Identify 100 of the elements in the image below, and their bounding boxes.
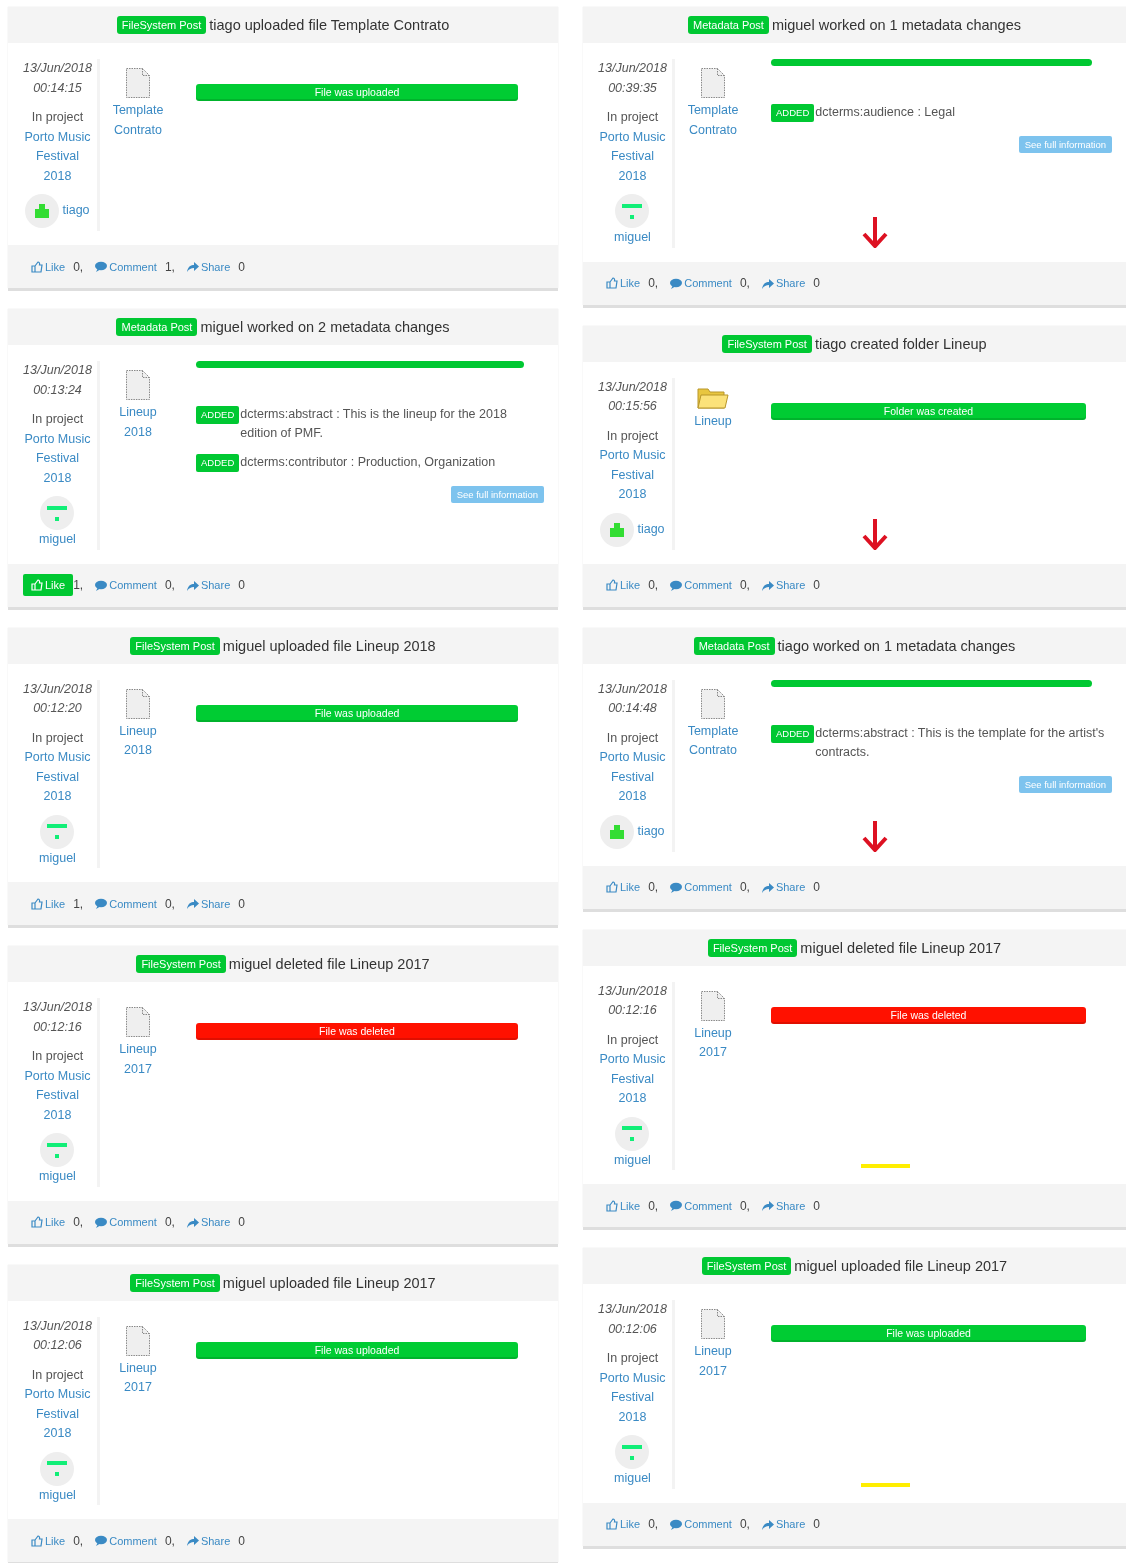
user-link[interactable]: miguel	[39, 1485, 76, 1505]
share-link[interactable]: Share	[178, 574, 239, 596]
project-link[interactable]: Porto Music Festival 2018	[596, 127, 669, 186]
file-link[interactable]: Lineup 2017	[683, 1023, 743, 1063]
share-link[interactable]: Share	[753, 1194, 814, 1217]
share-link[interactable]: Share	[753, 574, 814, 596]
like-button[interactable]: Like	[23, 255, 74, 278]
share-link[interactable]: Share	[178, 1529, 239, 1552]
user-link[interactable]: tiago	[637, 821, 665, 842]
comment-count: 0,	[164, 896, 175, 911]
speech-bubble-icon	[95, 1216, 108, 1228]
like-button[interactable]: Like	[598, 1513, 649, 1535]
user-link[interactable]: miguel	[614, 228, 651, 248]
comment-link[interactable]: Comment	[662, 574, 740, 596]
project-link[interactable]: Porto Music Festival 2018	[21, 748, 94, 807]
user-link[interactable]: tiago	[62, 201, 90, 221]
share-link[interactable]: Share	[753, 272, 814, 294]
post-time: 00:12:06	[608, 1320, 657, 1338]
see-info-button[interactable]: See full information	[1018, 775, 1112, 793]
file-link[interactable]: Template Contrato	[683, 101, 743, 140]
see-info-button[interactable]: See full information	[1018, 136, 1112, 153]
change-text: dcterms:contributor : Production, Organization	[240, 454, 497, 471]
project-label: In project	[606, 729, 659, 747]
user-link[interactable]: miguel	[39, 530, 76, 550]
file-link[interactable]: Lineup 2017	[108, 1358, 168, 1398]
comment-link[interactable]: Comment	[87, 1529, 165, 1552]
like-button[interactable]: Like	[598, 272, 649, 294]
file-link[interactable]: Lineup 2017	[108, 1040, 168, 1079]
like-button[interactable]: Like	[23, 1529, 74, 1552]
share-link[interactable]: Share	[753, 1513, 814, 1535]
see-info-button[interactable]: See full information	[450, 486, 544, 503]
share-link[interactable]: Share	[178, 1211, 239, 1233]
like-button[interactable]: Like	[23, 892, 74, 915]
comment-link[interactable]: Comment	[87, 574, 165, 596]
user-link[interactable]: miguel	[614, 1150, 651, 1170]
comment-count: 0,	[739, 1517, 750, 1531]
comment-link[interactable]: Comment	[87, 255, 165, 278]
post-date: 13/Jun/2018	[598, 680, 667, 698]
added-tag: ADDED	[771, 104, 815, 122]
share-count: 0	[813, 578, 820, 592]
file-link[interactable]: Lineup	[683, 411, 743, 431]
project-link[interactable]: Porto Music Festival 2018	[21, 127, 94, 186]
file-link[interactable]: Template Contrato	[683, 721, 743, 761]
comment-link[interactable]: Comment	[662, 876, 740, 898]
user-link[interactable]: miguel	[39, 848, 76, 868]
document-icon	[700, 687, 726, 720]
thumbs-up-icon	[31, 1216, 43, 1228]
file-link[interactable]: Lineup 2018	[108, 403, 168, 442]
comment-link[interactable]: Comment	[87, 1211, 165, 1233]
comment-link[interactable]: Comment	[662, 1194, 740, 1217]
user-link[interactable]: miguel	[39, 1167, 76, 1187]
change-text: dcterms:abstract : This is the lineup for the 2018 edition of PMF.	[240, 406, 508, 442]
avatar	[615, 1116, 650, 1151]
post-type-badge: FileSystem Post	[130, 636, 220, 655]
comment-link[interactable]: Comment	[662, 272, 740, 294]
project-link[interactable]: Porto Music Festival 2018	[596, 1368, 669, 1427]
like-button[interactable]: Like	[598, 574, 649, 596]
post-type-badge: FileSystem Post	[136, 955, 226, 973]
like-count: 0,	[648, 578, 659, 592]
like-button[interactable]: Like	[598, 876, 649, 898]
user-link[interactable]: miguel	[614, 1469, 651, 1489]
project-link[interactable]: Porto Music Festival 2018	[21, 1066, 94, 1125]
like-button[interactable]: Like	[598, 1194, 649, 1217]
like-count: 0,	[648, 1517, 659, 1531]
post-time: 00:13:24	[33, 381, 82, 399]
avatar	[40, 496, 75, 530]
project-label: In project	[606, 1350, 659, 1367]
project-link[interactable]: Porto Music Festival 2018	[21, 429, 94, 488]
like-count: 0,	[73, 1533, 84, 1548]
file-link[interactable]: Lineup 2018	[108, 721, 168, 761]
share-link[interactable]: Share	[753, 876, 814, 898]
share-link[interactable]: Share	[178, 255, 239, 278]
share-link[interactable]: Share	[178, 892, 239, 915]
thumbs-up-icon	[606, 881, 618, 893]
like-button[interactable]: Like	[23, 574, 74, 596]
share-arrow-icon	[186, 579, 199, 591]
speech-bubble-icon	[670, 579, 683, 591]
project-link[interactable]: Porto Music Festival 2018	[21, 1385, 94, 1444]
post-time: 00:12:20	[33, 700, 82, 717]
file-link[interactable]: Lineup 2017	[683, 1342, 743, 1381]
comment-link[interactable]: Comment	[662, 1513, 740, 1535]
thumbs-up-icon	[31, 897, 43, 910]
comment-link[interactable]: Comment	[87, 892, 165, 915]
change-text: dcterms:abstract : This is the template for the artist's contracts.	[815, 724, 1106, 761]
file-link[interactable]: Template Contrato	[108, 101, 168, 140]
thumbs-up-icon	[31, 1534, 43, 1547]
project-link[interactable]: Porto Music Festival 2018	[596, 446, 669, 505]
like-button[interactable]: Like	[23, 1211, 74, 1233]
post-date: 13/Jun/2018	[23, 60, 92, 77]
post-title: miguel uploaded file Lineup 2017	[222, 1274, 436, 1291]
comment-count: 0,	[164, 1215, 175, 1229]
project-link[interactable]: Porto Music Festival 2018	[596, 748, 669, 807]
user-link[interactable]: tiago	[637, 519, 665, 540]
post-title: miguel uploaded file Lineup 2018	[222, 637, 436, 654]
project-link[interactable]: Porto Music Festival 2018	[596, 1050, 669, 1109]
document-icon	[125, 369, 151, 401]
post-type-badge: Metadata Post	[688, 16, 769, 34]
share-arrow-icon	[761, 579, 774, 591]
like-count: 1,	[73, 896, 84, 911]
change-text: dcterms:audience : Legal	[815, 104, 956, 121]
